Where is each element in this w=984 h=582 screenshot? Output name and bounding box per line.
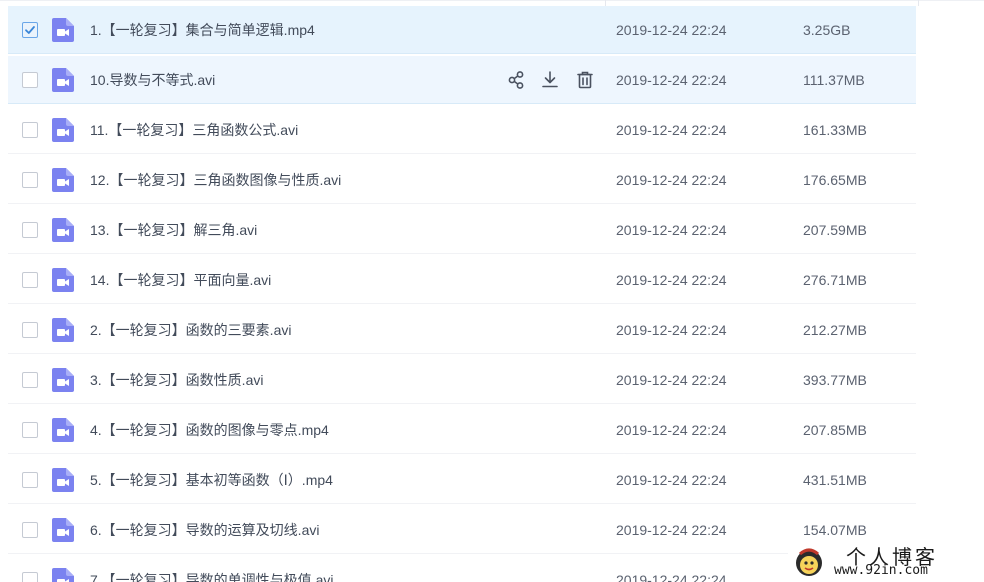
file-size: 207.59MB — [803, 222, 867, 238]
row-checkbox[interactable] — [22, 22, 38, 38]
row-checkbox[interactable] — [22, 422, 38, 438]
file-size: 212.27MB — [803, 322, 867, 338]
trash-icon — [574, 69, 596, 91]
row-checkbox[interactable] — [22, 372, 38, 388]
file-row[interactable]: 6.【一轮复习】导数的运算及切线.avi 2019-12-24 22:24 154.… — [8, 506, 916, 554]
row-checkbox[interactable] — [22, 122, 38, 138]
file-size: 393.77MB — [803, 372, 867, 388]
file-date: 2019-12-24 22:24 — [616, 522, 727, 538]
file-name[interactable]: 11.【一轮复习】三角函数公式.avi — [90, 106, 298, 154]
file-date: 2019-12-24 22:24 — [616, 172, 727, 188]
video-file-icon — [52, 518, 74, 542]
file-date: 2019-12-24 22:24 — [616, 222, 727, 238]
file-name[interactable]: 2.【一轮复习】函数的三要素.avi — [90, 306, 291, 354]
file-name[interactable]: 10.导数与不等式.avi — [90, 56, 215, 104]
checkmark-icon — [25, 26, 35, 34]
file-name[interactable]: 14.【一轮复习】平面向量.avi — [90, 256, 271, 304]
file-name[interactable]: 7.【一轮复习】导数的单调性与极值.avi — [90, 556, 333, 582]
file-name[interactable]: 5.【一轮复习】基本初等函数（Ⅰ）.mp4 — [90, 456, 333, 504]
file-name[interactable]: 12.【一轮复习】三角函数图像与性质.avi — [90, 156, 341, 204]
column-divider — [918, 0, 919, 6]
file-date: 2019-12-24 22:24 — [616, 22, 727, 38]
top-divider — [0, 0, 984, 1]
file-row[interactable]: 2.【一轮复习】函数的三要素.avi 2019-12-24 22:24 212.27… — [8, 306, 916, 354]
file-date: 2019-12-24 22:24 — [616, 122, 727, 138]
file-date: 2019-12-24 22:24 — [616, 372, 727, 388]
file-size: 161.33MB — [803, 122, 867, 138]
file-name[interactable]: 3.【一轮复习】函数性质.avi — [90, 356, 263, 404]
file-row[interactable]: 4.【一轮复习】函数的图像与零点.mp4 2019-12-24 22:24 207.… — [8, 406, 916, 454]
watermark: 个人博客 www.92in.com — [788, 540, 984, 582]
file-size: 207.85MB — [803, 422, 867, 438]
file-date: 2019-12-24 22:24 — [616, 272, 727, 288]
watermark-url: www.92in.com — [834, 563, 928, 578]
video-file-icon — [52, 18, 74, 42]
video-file-icon — [52, 368, 74, 392]
file-row[interactable]: 1.【一轮复习】集合与简单逻辑.mp4 2019-12-24 22:24 3.25G… — [8, 6, 916, 54]
video-file-icon — [52, 418, 74, 442]
file-row[interactable]: 12.【一轮复习】三角函数图像与性质.avi 2019-12-24 22:24 17… — [8, 156, 916, 204]
file-row[interactable]: 14.【一轮复习】平面向量.avi 2019-12-24 22:24 276.71M… — [8, 256, 916, 304]
share-button[interactable] — [505, 69, 527, 91]
video-file-icon — [52, 268, 74, 292]
file-name[interactable]: 1.【一轮复习】集合与简单逻辑.mp4 — [90, 6, 315, 54]
download-icon — [539, 69, 561, 91]
row-checkbox[interactable] — [22, 522, 38, 538]
file-size: 431.51MB — [803, 472, 867, 488]
video-file-icon — [52, 468, 74, 492]
video-file-icon — [52, 68, 74, 92]
video-file-icon — [52, 118, 74, 142]
file-row[interactable]: 11.【一轮复习】三角函数公式.avi 2019-12-24 22:24 161.3… — [8, 106, 916, 154]
file-date: 2019-12-24 22:24 — [616, 422, 727, 438]
file-date: 2019-12-24 22:24 — [616, 472, 727, 488]
share-icon — [505, 69, 527, 91]
file-row[interactable]: 10.导数与不等式.avi 2019-12-24 22:24 111.37MB — [8, 56, 916, 104]
row-checkbox[interactable] — [22, 472, 38, 488]
video-file-icon — [52, 318, 74, 342]
file-row[interactable]: 13.【一轮复习】解三角.avi 2019-12-24 22:24 207.59MB — [8, 206, 916, 254]
delete-button[interactable] — [574, 69, 596, 91]
file-size: 3.25GB — [803, 22, 851, 38]
file-date: 2019-12-24 22:24 — [616, 572, 727, 582]
file-date: 2019-12-24 22:24 — [616, 72, 727, 88]
download-button[interactable] — [539, 69, 561, 91]
video-file-icon — [52, 218, 74, 242]
file-name[interactable]: 13.【一轮复习】解三角.avi — [90, 206, 257, 254]
file-list-viewport: 1.【一轮复习】集合与简单逻辑.mp4 2019-12-24 22:24 3.25G… — [0, 0, 984, 582]
file-row[interactable]: 3.【一轮复习】函数性质.avi 2019-12-24 22:24 393.77MB — [8, 356, 916, 404]
file-row[interactable]: 7.【一轮复习】导数的单调性与极值.avi2019-12-24 22:24416… — [8, 556, 916, 582]
row-checkbox[interactable] — [22, 222, 38, 238]
file-size: 111.37MB — [803, 72, 865, 88]
row-checkbox[interactable] — [22, 322, 38, 338]
file-size: 276.71MB — [803, 272, 867, 288]
video-file-icon — [52, 568, 74, 582]
file-row[interactable]: 5.【一轮复习】基本初等函数（Ⅰ）.mp4 2019-12-24 22:24 431… — [8, 456, 916, 504]
file-date: 2019-12-24 22:24 — [616, 322, 727, 338]
file-name[interactable]: 4.【一轮复习】函数的图像与零点.mp4 — [90, 406, 329, 454]
row-checkbox[interactable] — [22, 572, 38, 582]
row-checkbox[interactable] — [22, 172, 38, 188]
video-file-icon — [52, 168, 74, 192]
watermark-logo-icon — [796, 548, 822, 576]
file-size: 176.65MB — [803, 172, 867, 188]
row-checkbox[interactable] — [22, 272, 38, 288]
row-checkbox[interactable] — [22, 72, 38, 88]
file-name[interactable]: 6.【一轮复习】导数的运算及切线.avi — [90, 506, 319, 554]
